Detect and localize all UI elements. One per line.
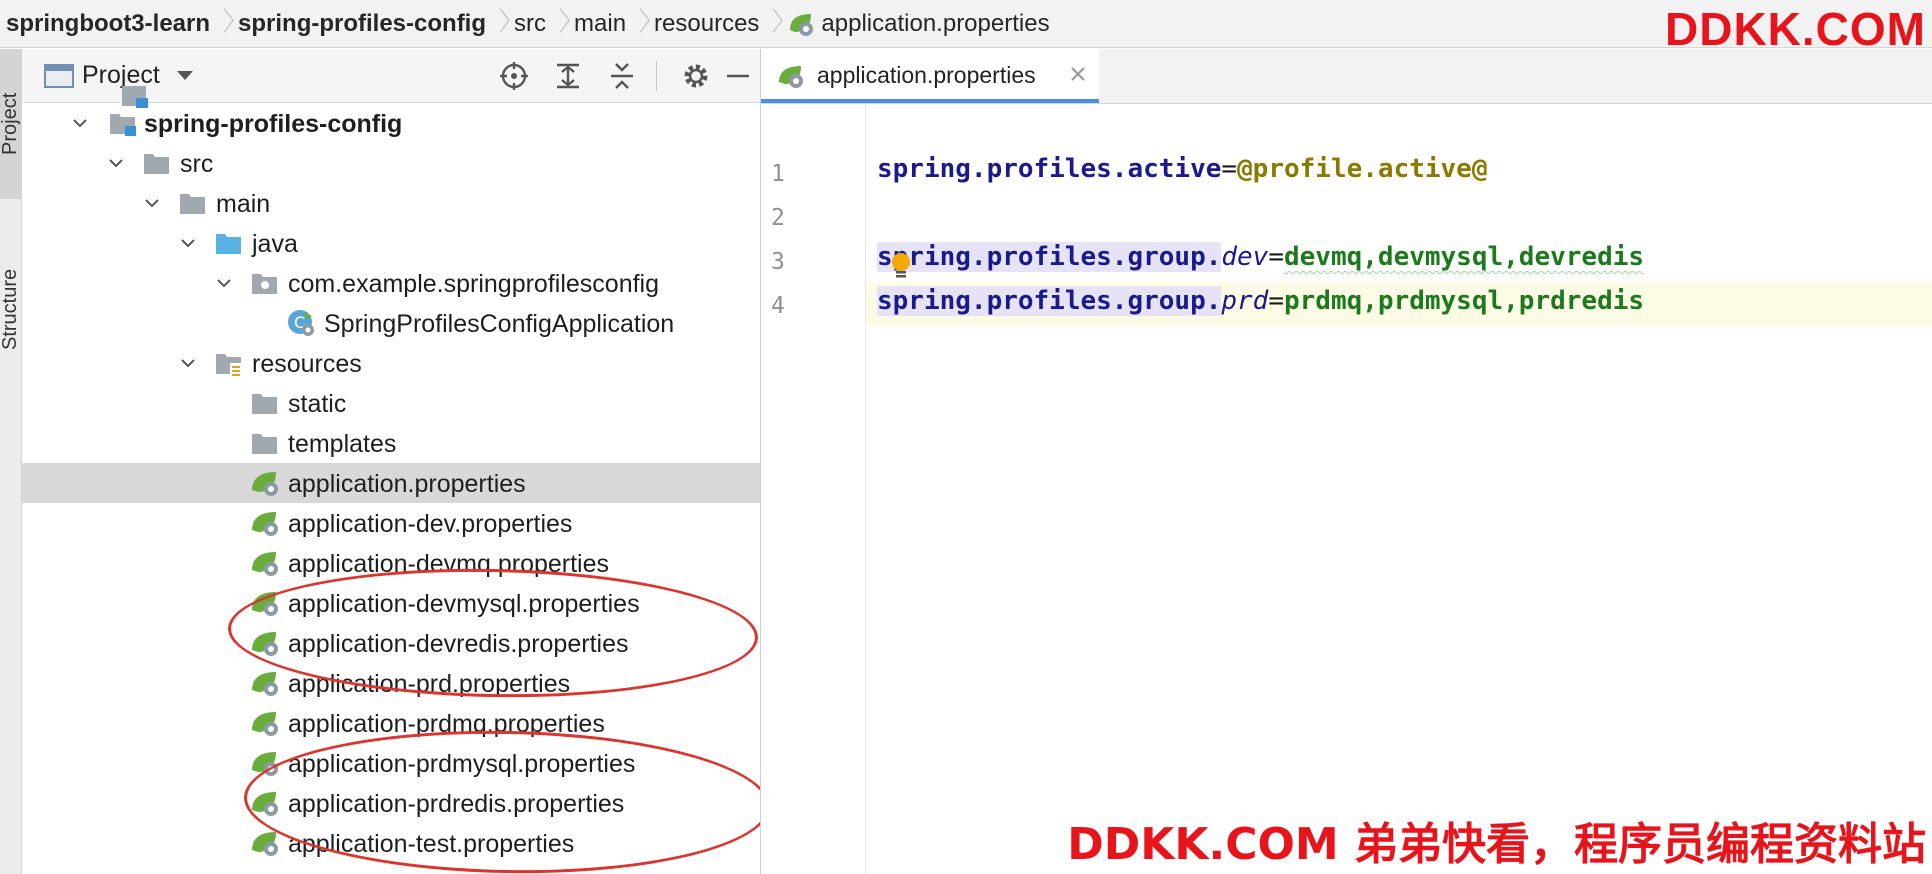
- spring-properties-icon: [252, 512, 278, 536]
- breadcrumb-separator-icon: [490, 0, 510, 48]
- tree-label: src: [180, 150, 214, 178]
- breadcrumb-separator-icon: [763, 0, 783, 48]
- editor-tab-active[interactable]: application.properties: [761, 49, 1099, 103]
- folder-icon: [180, 194, 205, 214]
- lightbulb-icon[interactable]: [890, 252, 912, 280]
- property-key: spring.profiles.group.: [877, 242, 1222, 272]
- tree-row-templates[interactable]: templates: [22, 423, 760, 463]
- property-separator: =: [1268, 286, 1284, 316]
- chevron-down-icon[interactable]: [180, 235, 196, 251]
- editor-tab-bar: application.properties: [761, 49, 1932, 104]
- tree-label: static: [288, 390, 347, 418]
- property-key: spring.profiles.group.: [877, 286, 1222, 316]
- editor-area: application.properties 1 2 3 4 spring.pr…: [761, 49, 1932, 874]
- tree-row-main[interactable]: main: [22, 183, 760, 223]
- tree-label: SpringProfilesConfigApplication: [324, 310, 675, 338]
- tool-window-strip: Project Structure: [0, 49, 22, 874]
- module-icon: [110, 114, 136, 136]
- tree-row-file-selected[interactable]: application.properties: [22, 463, 760, 503]
- spring-properties-icon: [779, 66, 803, 88]
- tool-tab-structure[interactable]: Structure: [0, 219, 21, 399]
- tree-row-src[interactable]: src: [22, 143, 760, 183]
- tree-row-resources[interactable]: resources: [22, 343, 760, 383]
- line-number: 3: [771, 249, 785, 275]
- spring-properties-icon: [790, 13, 814, 36]
- line-number-gutter: 1 2 3 4: [761, 104, 866, 874]
- chevron-down-icon[interactable]: [108, 155, 124, 171]
- breadcrumb: springboot3-learn spring-profiles-config…: [0, 0, 1932, 48]
- editor-tab-label: application.properties: [817, 62, 1036, 88]
- tree-row-package[interactable]: com.example.springprofilesconfig: [22, 263, 760, 303]
- tool-tab-project[interactable]: Project: [0, 49, 21, 199]
- resources-folder-icon: [216, 354, 242, 376]
- folder-icon: [252, 394, 277, 414]
- property-separator: =: [1268, 242, 1284, 272]
- breadcrumb-item-resources[interactable]: resources: [654, 0, 759, 48]
- folder-icon: [252, 434, 277, 454]
- tree-label: templates: [288, 430, 397, 458]
- chevron-down-icon[interactable]: [72, 115, 88, 131]
- tree-label: com.example.springprofilesconfig: [288, 270, 660, 298]
- property-key: spring.profiles.active: [877, 154, 1222, 184]
- line-number: 2: [771, 205, 785, 231]
- spring-boot-class-icon: C: [288, 310, 314, 336]
- tree-row-file[interactable]: application-dev.properties: [22, 503, 760, 543]
- chevron-down-icon[interactable]: [216, 275, 232, 291]
- tree-label: resources: [252, 350, 362, 378]
- project-panel: Project spring-profiles-config src main …: [22, 49, 761, 874]
- breadcrumb-separator-icon: [550, 0, 570, 48]
- spring-properties-icon: [252, 712, 278, 736]
- folder-icon: [144, 154, 169, 174]
- breadcrumb-separator-icon: [214, 0, 234, 48]
- property-value: devmq,devmysql,devredis: [1284, 242, 1645, 272]
- watermark-top: DDKK.COM: [1665, 3, 1926, 55]
- watermark-bottom: DDKK.COM 弟弟快看，程序员编程资料站: [1067, 819, 1926, 870]
- property-group-name: dev: [1221, 242, 1269, 272]
- tree-row-app-class[interactable]: C SpringProfilesConfigApplication: [22, 303, 760, 343]
- breadcrumb-item-module[interactable]: spring-profiles-config: [238, 0, 486, 48]
- breadcrumb-item-project[interactable]: springboot3-learn: [6, 0, 210, 48]
- chevron-down-icon[interactable]: [180, 355, 196, 371]
- property-group-name: prd: [1221, 286, 1269, 316]
- tree-label: spring-profiles-config: [144, 110, 403, 138]
- spring-properties-icon: [252, 472, 278, 496]
- tree-row-static[interactable]: static: [22, 383, 760, 423]
- line-number: 4: [771, 293, 785, 319]
- breadcrumb-item-main[interactable]: main: [574, 0, 626, 48]
- tree-label: application.properties: [288, 470, 526, 498]
- tree-label: main: [216, 190, 271, 218]
- breadcrumb-separator-icon: [630, 0, 650, 48]
- tree-label: java: [252, 230, 298, 258]
- close-icon[interactable]: [1067, 63, 1089, 85]
- chevron-down-icon[interactable]: [144, 195, 160, 211]
- code-line-1[interactable]: spring.profiles.active=@profile.active@: [877, 154, 1487, 184]
- breadcrumb-item-file[interactable]: application.properties: [787, 0, 1050, 48]
- source-folder-icon: [216, 234, 241, 254]
- spring-properties-icon: [252, 832, 278, 856]
- code-line-4[interactable]: spring.profiles.group.prd=prdmq,prdmysql…: [877, 286, 1644, 316]
- tree-label: application-dev.properties: [288, 510, 573, 538]
- tree-row-java[interactable]: java: [22, 223, 760, 263]
- property-separator: =: [1221, 154, 1238, 184]
- tree-row-module[interactable]: spring-profiles-config: [22, 103, 760, 143]
- breadcrumb-file-label: application.properties: [821, 9, 1050, 37]
- property-value: @profile.active@: [1237, 154, 1488, 184]
- line-number: 1: [771, 161, 785, 187]
- code-line-3[interactable]: spring.profiles.group.dev=devmq,devmysql…: [877, 242, 1644, 272]
- package-icon: [252, 274, 277, 294]
- spring-properties-icon: [252, 672, 278, 696]
- spring-properties-icon: [252, 552, 278, 576]
- property-value: prdmq,prdmysql,prdredis: [1284, 286, 1645, 316]
- breadcrumb-item-src[interactable]: src: [514, 0, 546, 48]
